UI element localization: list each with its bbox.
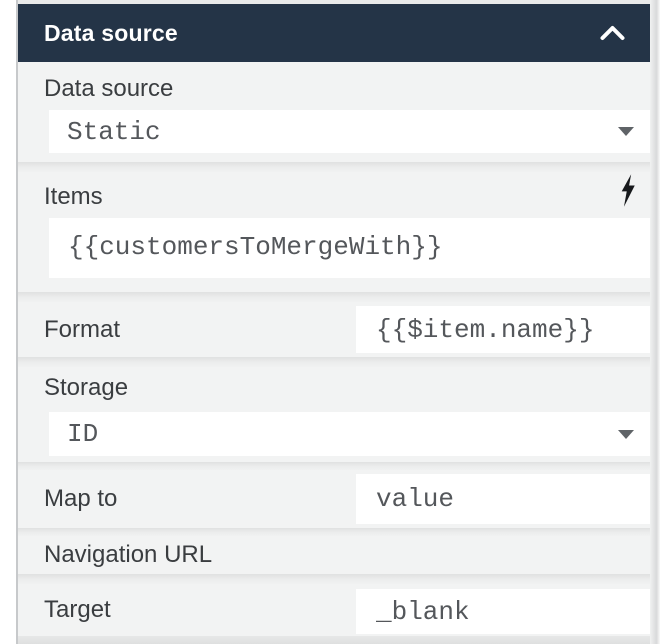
section-separator [18,162,650,172]
data-source-selected-value: Static [67,116,161,147]
settings-panel-screenshot: Data source Data source Static Items {{c… [0,0,660,644]
field-row-navigation-url[interactable]: Navigation URL [18,536,650,574]
section-header-data-source[interactable]: Data source [18,4,650,62]
field-row-target: Target [18,584,650,636]
field-row-items: Items {{customersToMergeWith}} [18,172,650,292]
items-label: Items [44,183,103,210]
format-input[interactable] [356,306,650,353]
data-source-select[interactable]: Static [49,110,650,153]
field-row-map-to: Map to [18,470,650,528]
target-label: Target [44,596,111,623]
caret-down-icon [618,127,634,136]
caret-down-icon [618,429,634,439]
items-binding-expression: {{customersToMergeWith}} [68,232,443,262]
scroll-gutter[interactable] [650,0,660,644]
target-input[interactable] [356,589,650,634]
section-title: Data source [44,19,178,46]
section-separator [18,292,650,302]
map-to-input[interactable] [356,474,650,524]
field-row-data-source: Data source Static [18,62,650,162]
bottom-divider [18,636,650,644]
field-row-format: Format [18,302,650,357]
section-separator [18,528,650,536]
items-code-input[interactable]: {{customersToMergeWith}} [49,218,650,278]
section-separator [18,357,650,367]
map-to-label: Map to [44,485,118,512]
format-label: Format [44,315,121,343]
data-source-settings-panel: Data source Data source Static Items {{c… [18,0,650,644]
data-source-label: Data source [44,75,174,102]
storage-select[interactable]: ID [49,412,650,456]
section-separator [18,462,650,470]
storage-selected-value: ID [67,419,99,449]
lightning-bolt-icon[interactable] [619,174,637,207]
panel-left-border [16,0,18,644]
chevron-up-icon [600,26,625,40]
navigation-url-label: Navigation URL [44,541,213,568]
section-separator [18,574,650,584]
storage-label: Storage [44,374,129,401]
field-row-storage: Storage ID [18,367,650,462]
